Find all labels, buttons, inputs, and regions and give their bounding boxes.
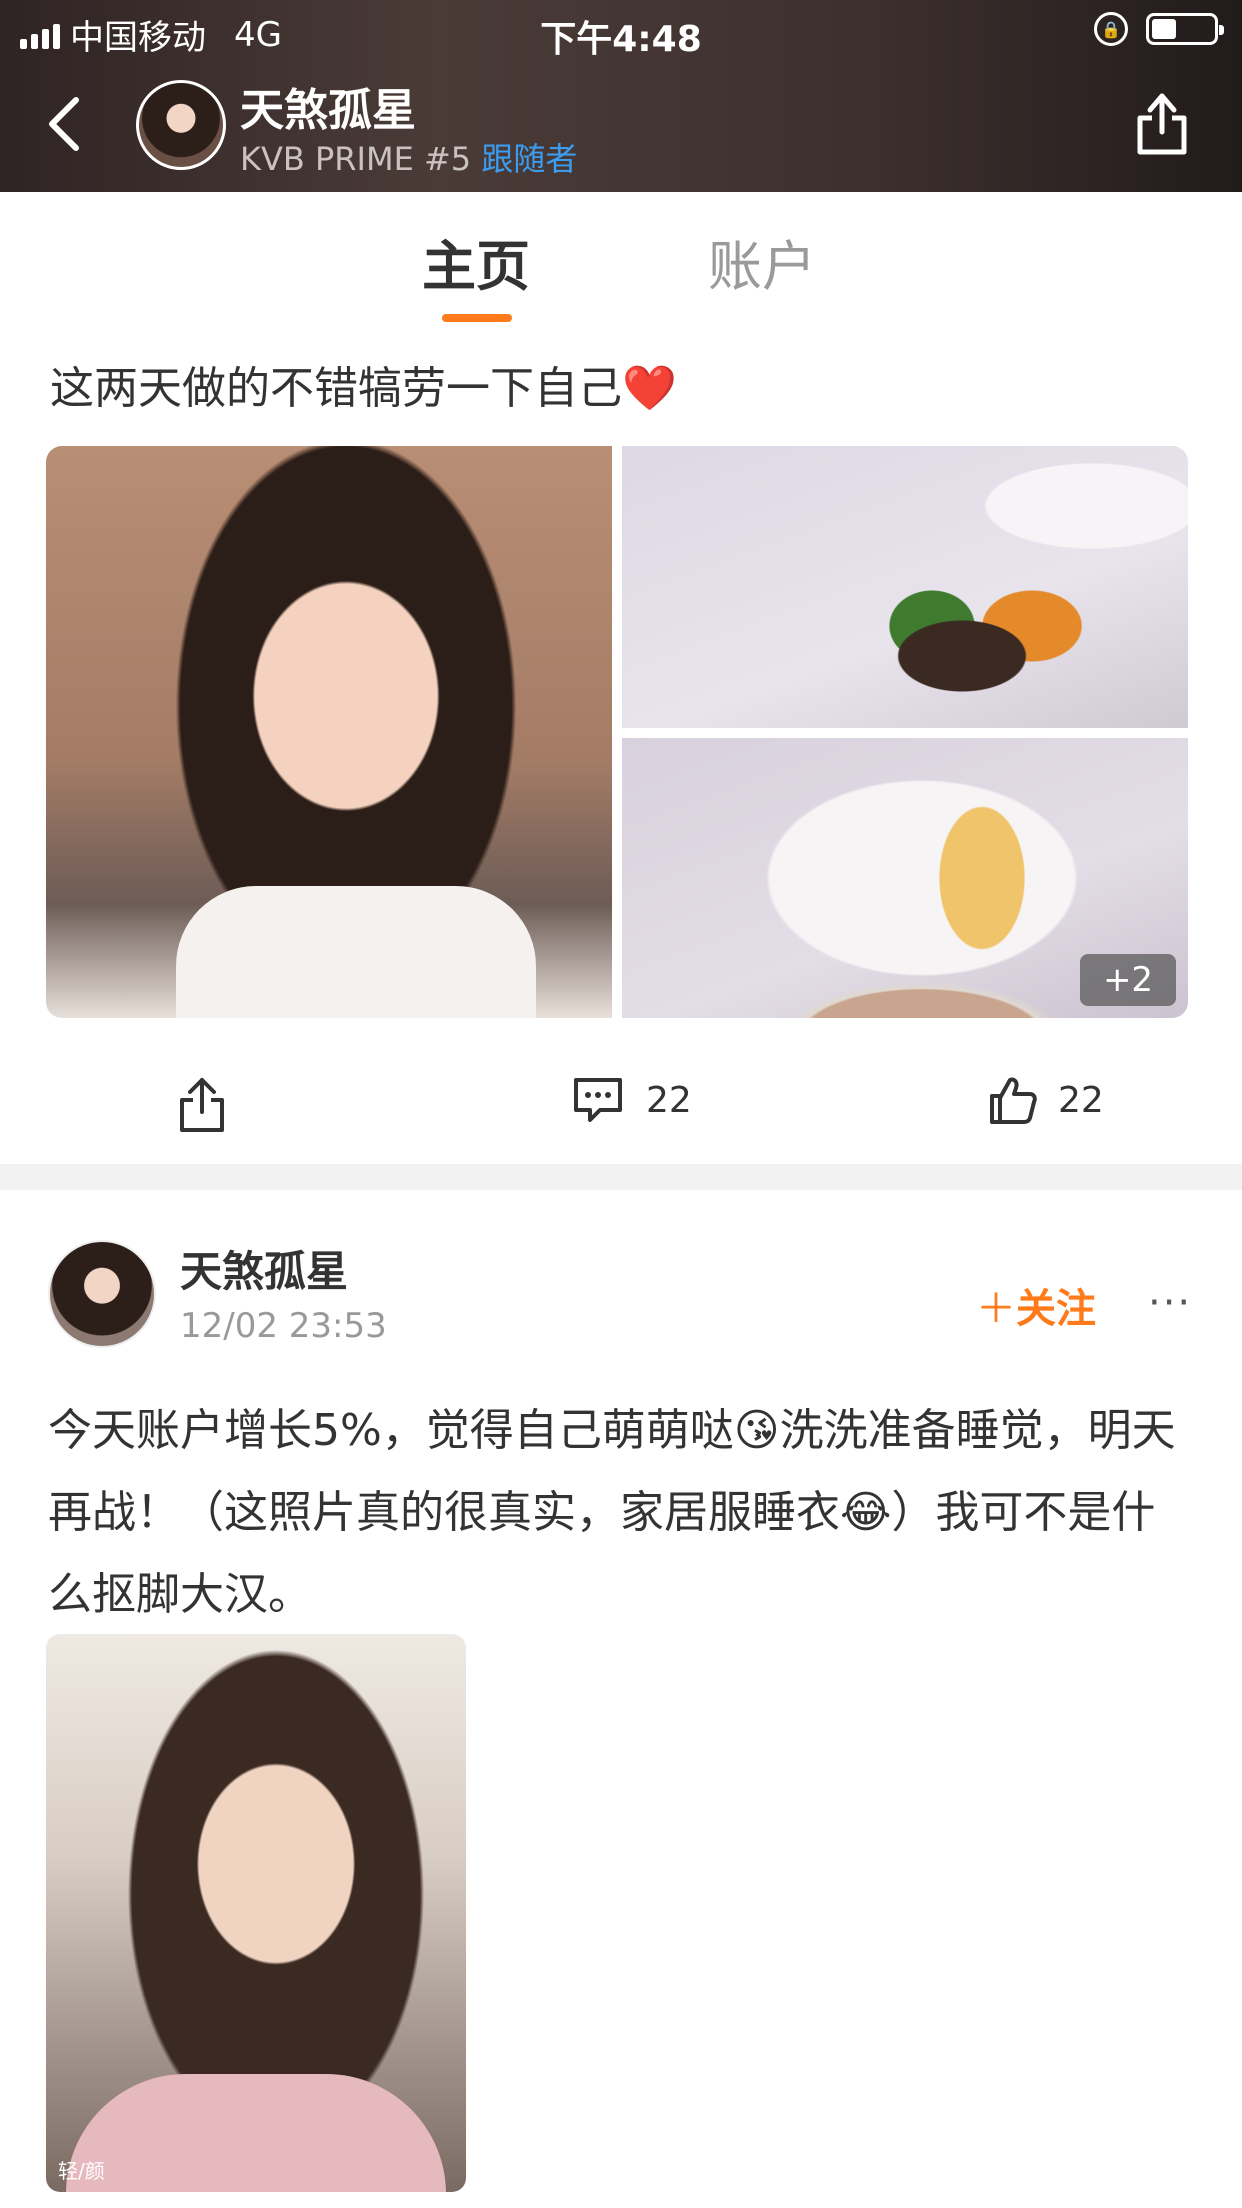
like-button[interactable]: 22 — [986, 1074, 1104, 1126]
share-icon — [1137, 93, 1187, 155]
post-text: 今天账户增长5%，觉得自己萌萌哒😘洗洗准备睡觉，明天再战！（这照片真的很真实，家… — [48, 1405, 1176, 1620]
comment-button[interactable]: 22 — [570, 1074, 692, 1126]
chevron-left-icon — [49, 97, 79, 151]
more-images-badge: +2 — [1080, 954, 1176, 1006]
profile-header: 中国移动 4G 下午4:48 🔒 天煞孤星 KVB PRIME #5 跟随者 — [0, 0, 1242, 192]
share-button[interactable] — [1132, 88, 1192, 158]
follow-label: 关注 — [1016, 1286, 1096, 1332]
battery-icon — [1146, 13, 1224, 45]
food-photo[interactable]: +2 — [622, 738, 1188, 1018]
tab-account[interactable]: 账户 — [708, 222, 816, 301]
active-tab-indicator — [442, 314, 512, 322]
author-avatar[interactable] — [48, 1240, 156, 1348]
share-icon — [180, 1078, 224, 1132]
selfie-photo[interactable]: 轻/颜 — [46, 1634, 466, 2192]
follower-link[interactable]: 跟随者 — [481, 140, 577, 178]
rotation-lock-icon: 🔒 — [1094, 12, 1128, 46]
watermark: 轻/颜 — [58, 2159, 105, 2183]
comment-icon — [574, 1078, 622, 1122]
profile-subtitle: KVB PRIME #5 跟随者 — [240, 134, 577, 180]
image-grid: +2 — [46, 446, 1188, 1018]
post-timestamp: 12/02 23:53 — [180, 1306, 387, 1346]
follow-button[interactable]: ＋关注 — [976, 1276, 1096, 1334]
food-photo[interactable] — [622, 446, 1188, 728]
profile-name: 天煞孤星 — [240, 85, 416, 136]
avatar[interactable] — [136, 80, 226, 170]
tab-home[interactable]: 主页 — [422, 222, 530, 301]
tab-bar: 主页 账户 — [0, 192, 1242, 332]
selfie-photo[interactable] — [46, 446, 612, 1018]
like-count: 22 — [1058, 1079, 1104, 1121]
back-button[interactable] — [34, 84, 94, 164]
plus-icon: ＋ — [976, 1286, 1016, 1332]
post-text: 这两天做的不错犒劳一下自己❤️ — [50, 363, 677, 414]
comment-count: 22 — [646, 1079, 692, 1121]
thumbs-up-icon — [990, 1077, 1037, 1124]
clock: 下午4:48 — [540, 19, 702, 60]
more-options-button[interactable]: ··· — [1148, 1280, 1192, 1326]
section-divider — [0, 1164, 1242, 1190]
status-bar: 中国移动 4G 下午4:48 🔒 — [0, 0, 1242, 62]
author-name[interactable]: 天煞孤星 — [180, 1238, 348, 1299]
share-post-button[interactable] — [176, 1074, 228, 1134]
post-actions: 22 22 — [0, 1060, 1242, 1150]
account-tier: KVB PRIME #5 — [240, 140, 472, 178]
